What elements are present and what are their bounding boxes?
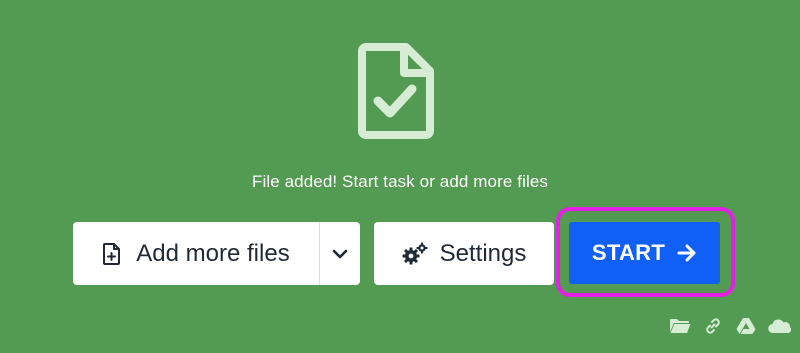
file-plus-icon xyxy=(103,242,121,265)
add-files-dropdown-button[interactable] xyxy=(320,222,360,285)
settings-label: Settings xyxy=(439,239,527,267)
gears-icon xyxy=(402,242,428,264)
onedrive-icon[interactable] xyxy=(767,315,791,337)
add-more-files-group: Add more files xyxy=(73,222,360,285)
start-button[interactable]: START xyxy=(569,222,720,284)
start-label: START xyxy=(591,240,666,265)
link-icon[interactable] xyxy=(701,315,725,337)
google-drive-icon[interactable] xyxy=(734,315,758,337)
status-message: File added! Start task or add more files xyxy=(252,172,548,191)
arrow-right-icon xyxy=(677,244,696,262)
file-check-icon xyxy=(358,43,434,139)
add-more-files-label: Add more files xyxy=(136,239,290,267)
add-more-files-button[interactable]: Add more files xyxy=(73,222,319,285)
chevron-down-icon xyxy=(332,249,348,258)
settings-button[interactable]: Settings xyxy=(374,222,554,285)
folder-icon[interactable] xyxy=(668,315,692,337)
file-source-icons xyxy=(668,315,791,337)
